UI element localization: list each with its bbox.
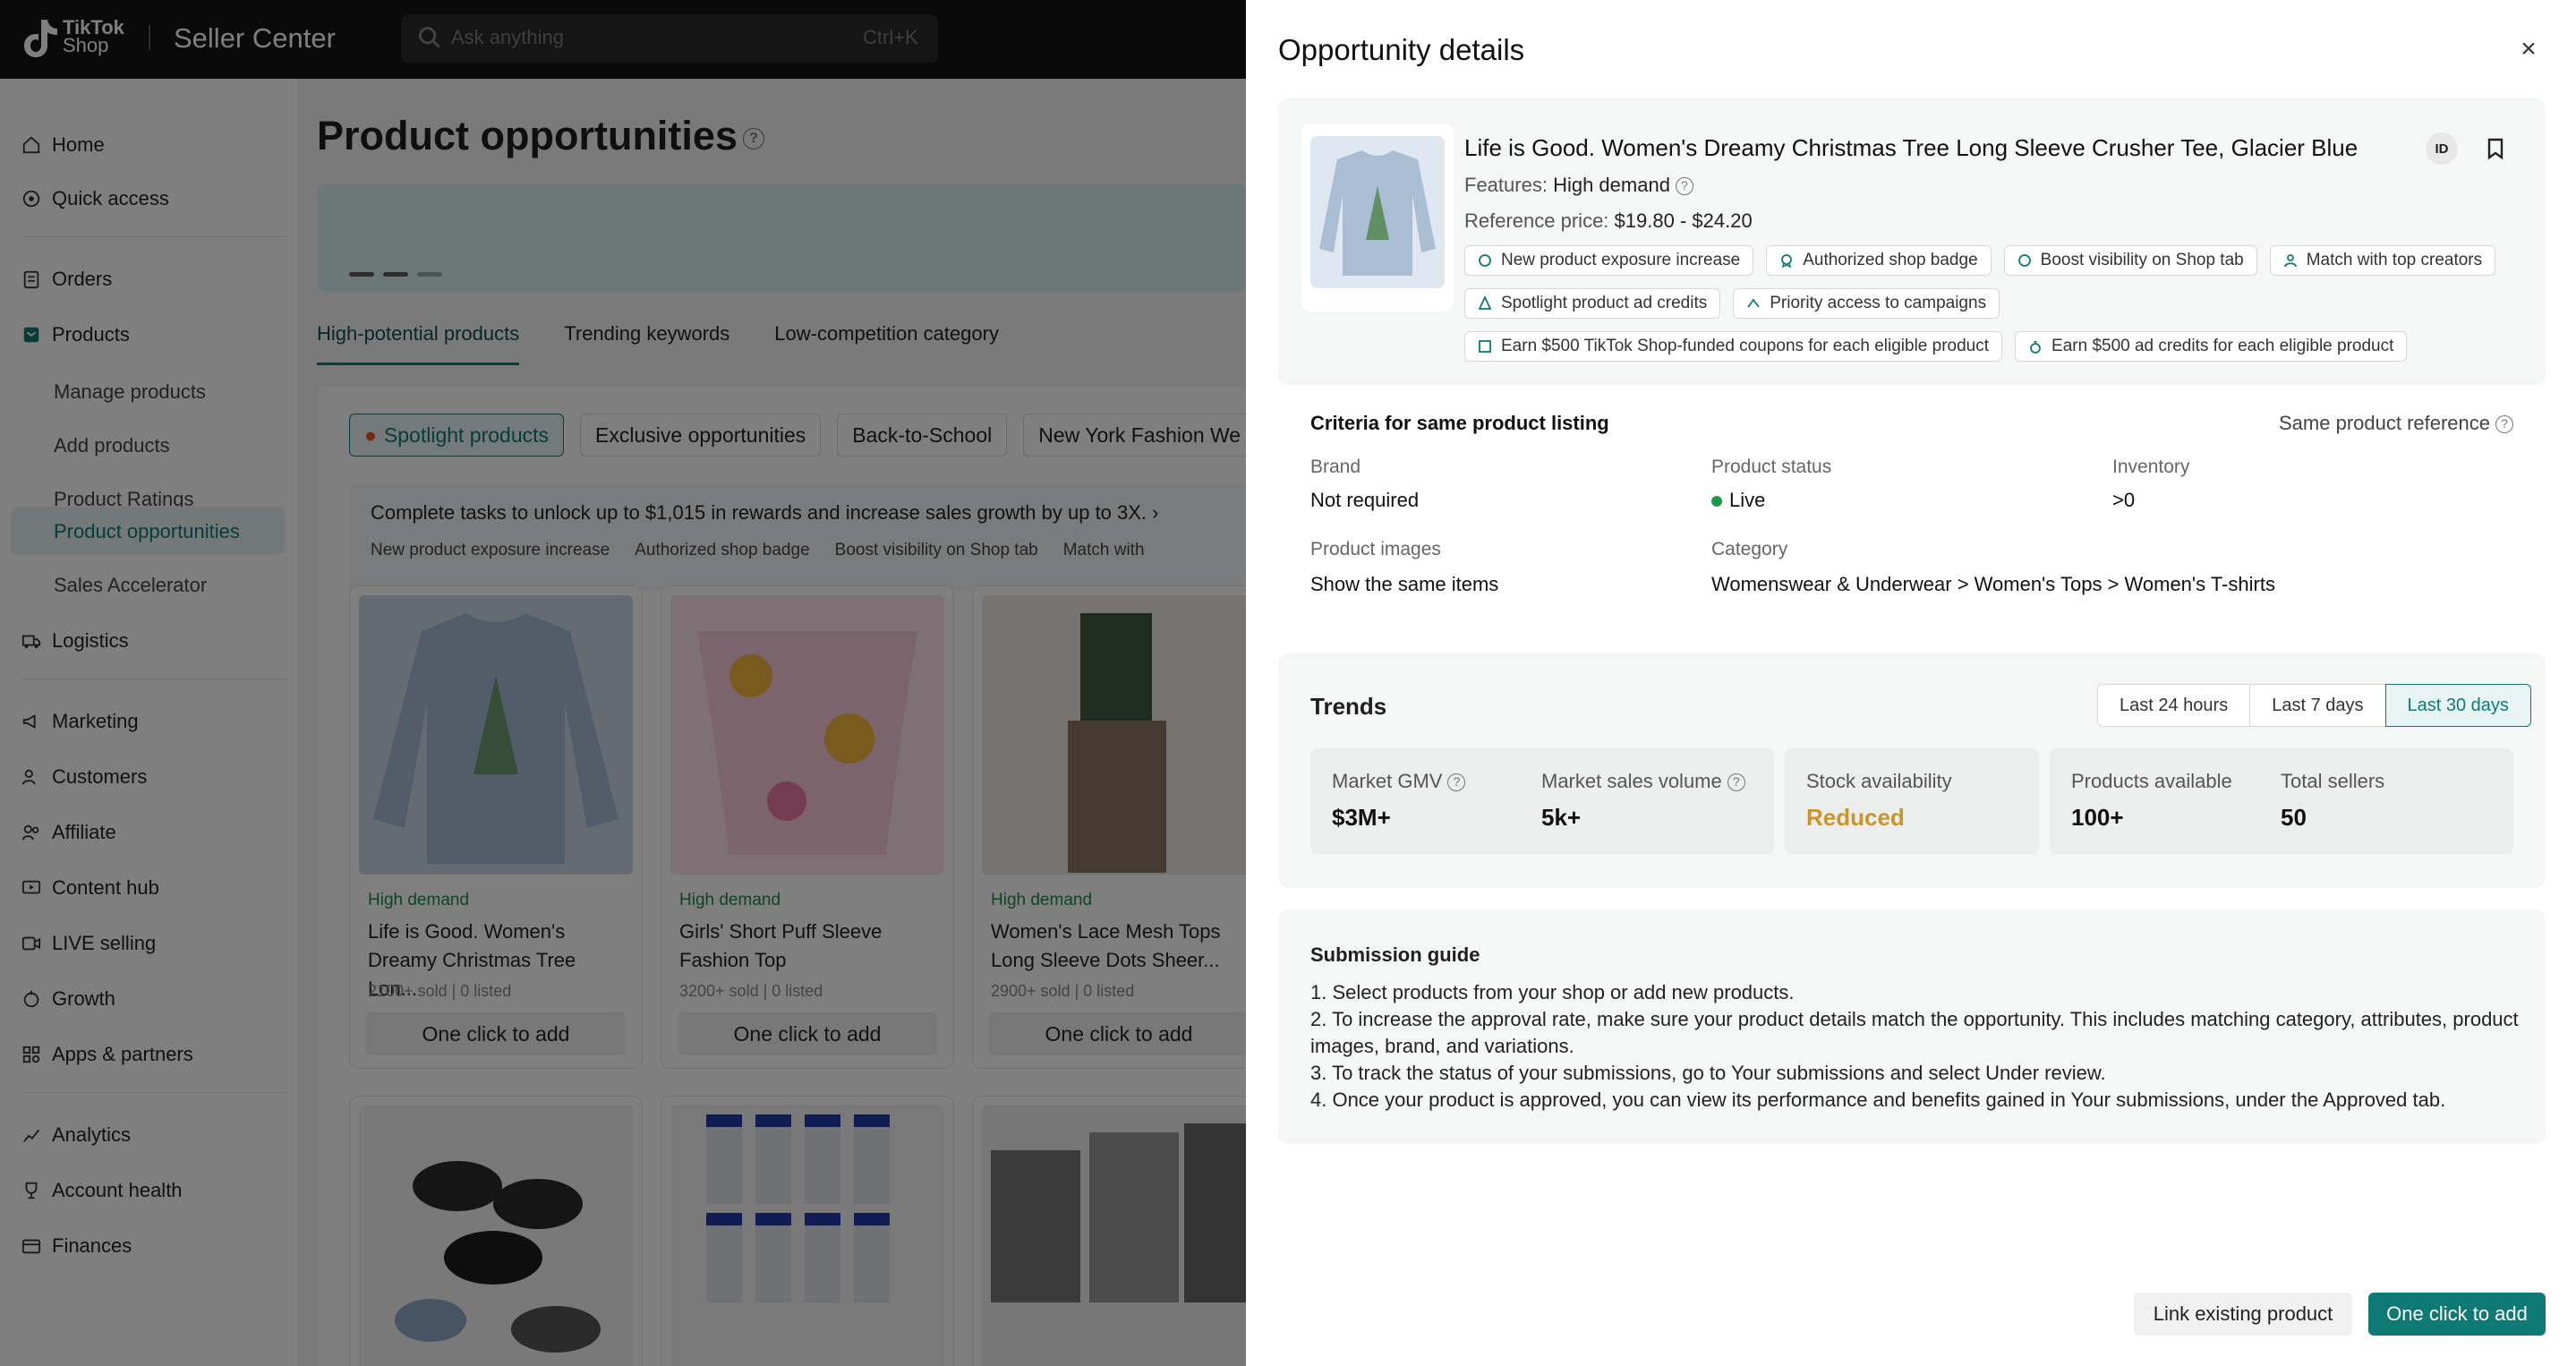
guide-step: 2. To increase the approval rate, make s… bbox=[1310, 1008, 2519, 1057]
visibility-icon bbox=[2017, 254, 2031, 267]
supply-metrics-box bbox=[2050, 748, 2513, 854]
product-status-label: Product status bbox=[1711, 457, 1832, 477]
benefit-tag: Spotlight product ad credits bbox=[1464, 288, 1721, 319]
product-features: Features: High demand? bbox=[1464, 174, 1693, 197]
products-available-label: Products available bbox=[2071, 770, 2232, 792]
exposure-icon bbox=[1479, 254, 1491, 267]
stock-availability-label: Stock availability bbox=[1806, 770, 1952, 792]
modal-overlay[interactable] bbox=[0, 0, 1246, 1366]
drawer-title: Opportunity details bbox=[1278, 33, 1525, 66]
help-icon[interactable]: ? bbox=[1727, 773, 1745, 792]
guide-step: 1. Select products from your shop or add… bbox=[1310, 981, 1795, 1003]
inventory-value: >0 bbox=[2112, 489, 2136, 511]
money-bag-icon bbox=[2030, 341, 2041, 354]
guide-step: 3. To track the status of your submissio… bbox=[1310, 1062, 2106, 1084]
benefit-tag: Authorized shop badge bbox=[1766, 245, 1992, 276]
category-value: Womenswear & Underwear > Women's Tops > … bbox=[1711, 573, 2275, 595]
stock-metrics-box bbox=[1785, 748, 2039, 854]
trends-title: Trends bbox=[1310, 693, 1387, 720]
criteria-title: Criteria for same product listing bbox=[1310, 412, 1609, 434]
benefit-tag: Match with top creators bbox=[2269, 245, 2496, 276]
category-label: Category bbox=[1711, 539, 1788, 559]
market-gmv-value: $3M+ bbox=[1332, 804, 1391, 831]
market-sales-volume-label: Market sales volume? bbox=[1541, 770, 1745, 793]
submission-guide-title: Submission guide bbox=[1310, 943, 1480, 966]
id-button[interactable]: ID bbox=[2426, 132, 2458, 165]
benefit-tag: Priority access to campaigns bbox=[1733, 288, 2000, 319]
benefit-tag: New product exposure increase bbox=[1464, 245, 1754, 276]
coupon-icon bbox=[1479, 340, 1491, 353]
product-title: Life is Good. Women's Dreamy Christmas T… bbox=[1464, 134, 2358, 161]
range-last-30-days[interactable]: Last 30 days bbox=[2384, 684, 2531, 727]
benefit-tag: Boost visibility on Shop tab bbox=[2003, 245, 2257, 276]
benefit-tags: New product exposure increase Authorized… bbox=[1464, 245, 2521, 362]
market-sales-volume-value: 5k+ bbox=[1541, 804, 1582, 831]
market-gmv-label: Market GMV? bbox=[1332, 770, 1466, 793]
total-sellers-label: Total sellers bbox=[2281, 770, 2385, 792]
status-dot-icon bbox=[1711, 496, 1722, 508]
stock-availability-value: Reduced bbox=[1806, 804, 1905, 831]
benefit-tag: Earn $500 ad credits for each eligible p… bbox=[2015, 331, 2408, 362]
help-icon[interactable]: ? bbox=[1447, 773, 1466, 792]
submission-guide-steps: 1. Select products from your shop or add… bbox=[1310, 979, 2528, 1114]
help-icon[interactable]: ? bbox=[2495, 415, 2514, 434]
guide-step: 4. Once your product is approved, you ca… bbox=[1310, 1089, 2446, 1111]
one-click-to-add-button[interactable]: One click to add bbox=[2368, 1293, 2546, 1336]
product-images-label: Product images bbox=[1310, 539, 1441, 559]
product-thumbnail[interactable] bbox=[1301, 124, 1454, 312]
range-last-24-hours[interactable]: Last 24 hours bbox=[2097, 684, 2251, 727]
ad-credit-icon bbox=[1478, 296, 1492, 310]
total-sellers-value: 50 bbox=[2281, 804, 2307, 831]
campaign-icon bbox=[1747, 298, 1760, 308]
reference-price: Reference price: $19.80 - $24.20 bbox=[1464, 209, 1753, 232]
same-product-reference-link[interactable]: Same product reference? bbox=[2279, 412, 2514, 435]
brand-label: Brand bbox=[1310, 457, 1361, 477]
brand-value: Not required bbox=[1310, 489, 1420, 511]
products-available-value: 100+ bbox=[2071, 804, 2124, 831]
creator-icon bbox=[2283, 254, 2297, 268]
market-metrics-box bbox=[1310, 748, 1774, 854]
bookmark-icon[interactable] bbox=[2479, 132, 2512, 165]
inventory-label: Inventory bbox=[2112, 457, 2190, 477]
shirt-thumbnail-image bbox=[1310, 136, 1445, 288]
close-icon[interactable]: × bbox=[2515, 36, 2542, 63]
help-icon[interactable]: ? bbox=[1675, 177, 1693, 196]
badge-icon bbox=[1781, 254, 1793, 268]
range-last-7-days[interactable]: Last 7 days bbox=[2249, 684, 2386, 727]
link-existing-product-button[interactable]: Link existing product bbox=[2134, 1293, 2352, 1336]
trend-range-selector: Last 24 hours Last 7 days Last 30 days bbox=[2097, 684, 2531, 727]
product-status-value: Live bbox=[1711, 489, 1765, 512]
product-images-value: Show the same items bbox=[1310, 573, 1499, 595]
benefit-tag: Earn $500 TikTok Shop-funded coupons for… bbox=[1464, 331, 2003, 362]
